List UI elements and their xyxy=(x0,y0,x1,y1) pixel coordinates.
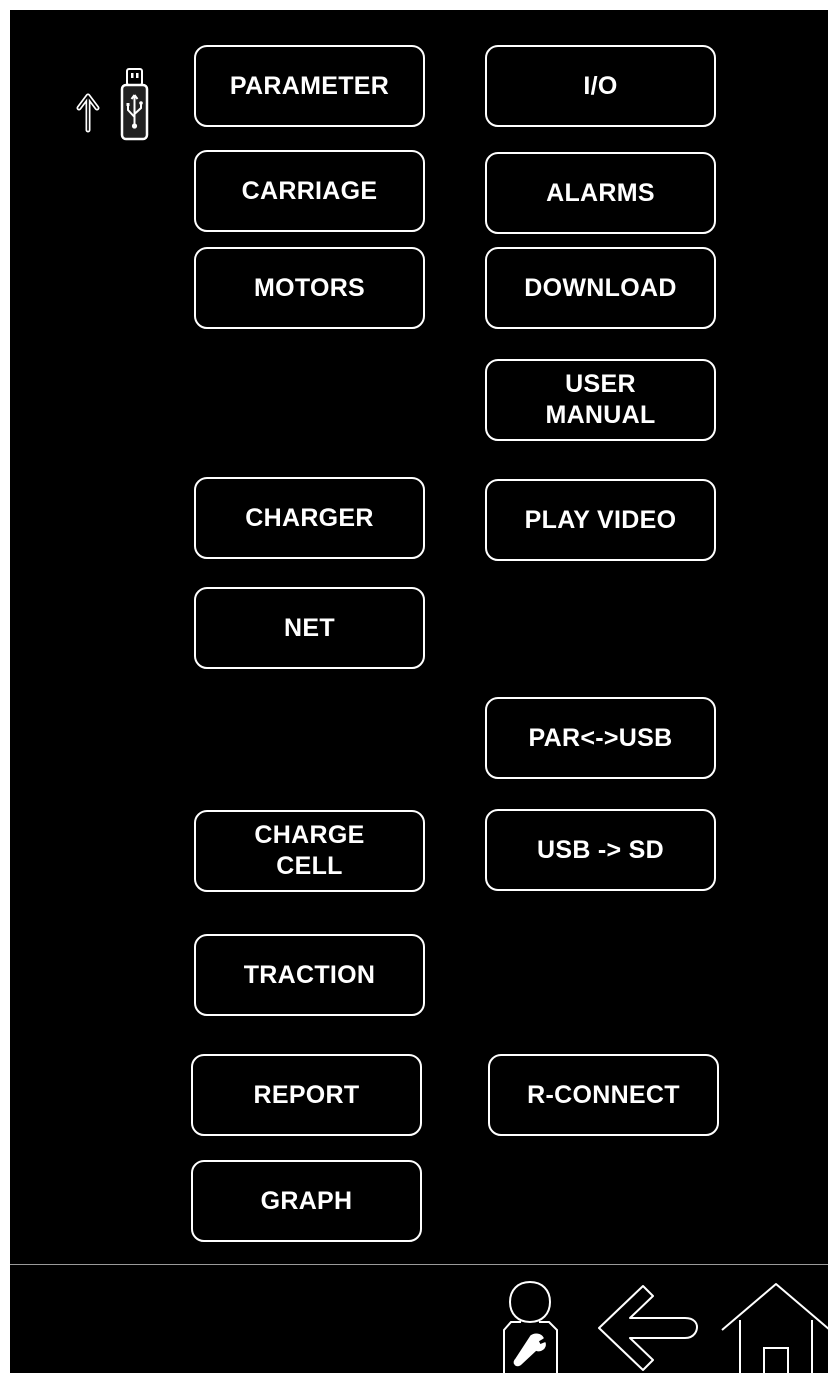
service-technician-icon[interactable] xyxy=(495,1278,565,1373)
charge-cell-button[interactable]: CHARGE CELL xyxy=(194,810,425,892)
charger-button[interactable]: CHARGER xyxy=(194,477,425,559)
home-icon[interactable] xyxy=(720,1280,828,1373)
alarms-button[interactable]: ALARMS xyxy=(485,152,716,234)
back-arrow-icon[interactable] xyxy=(593,1280,703,1373)
usb-upload-icon xyxy=(76,68,149,141)
download-button[interactable]: DOWNLOAD xyxy=(485,247,716,329)
traction-button[interactable]: TRACTION xyxy=(194,934,425,1016)
usb-upload-indicator xyxy=(75,68,155,148)
service-menu-display: PARAMETER CARRIAGE MOTORS CHARGER NET CH… xyxy=(10,10,828,1373)
carriage-button[interactable]: CARRIAGE xyxy=(194,150,425,232)
net-button[interactable]: NET xyxy=(194,587,425,669)
up-arrow-icon xyxy=(76,93,100,133)
play-video-button[interactable]: PLAY VIDEO xyxy=(485,479,716,561)
usb-stick-icon xyxy=(120,68,149,141)
r-connect-button[interactable]: R-CONNECT xyxy=(488,1054,719,1136)
par-usb-button[interactable]: PAR<->USB xyxy=(485,697,716,779)
motors-button[interactable]: MOTORS xyxy=(194,247,425,329)
usb-sd-button[interactable]: USB -> SD xyxy=(485,809,716,891)
report-button[interactable]: REPORT xyxy=(191,1054,422,1136)
navbar-divider xyxy=(10,1264,828,1265)
graph-button[interactable]: GRAPH xyxy=(191,1160,422,1242)
screen: PARAMETER CARRIAGE MOTORS CHARGER NET CH… xyxy=(0,0,828,1373)
parameter-button[interactable]: PARAMETER xyxy=(194,45,425,127)
io-button[interactable]: I/O xyxy=(485,45,716,127)
user-manual-button[interactable]: USER MANUAL xyxy=(485,359,716,441)
